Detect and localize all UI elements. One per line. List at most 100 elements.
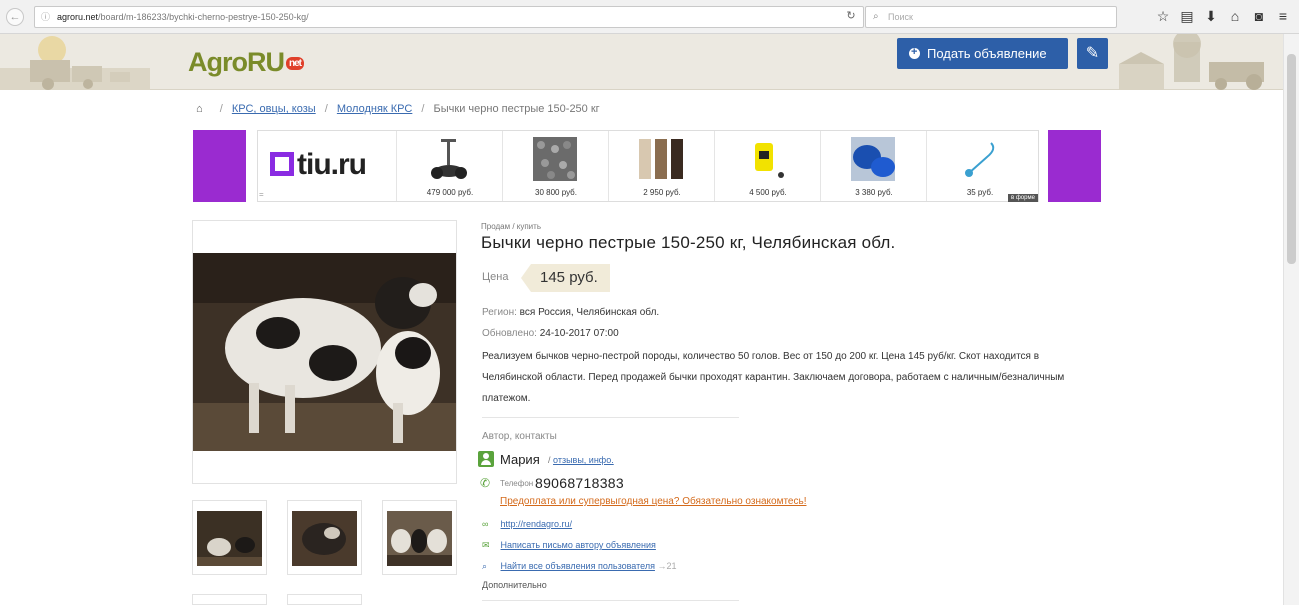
region-label: Регион:: [482, 307, 517, 318]
author-links-separator: /: [548, 455, 551, 465]
website-row: ∞ http://rendagro.ru/: [482, 519, 572, 529]
write-author-link[interactable]: Написать письмо автору объявления: [501, 540, 656, 550]
divider: [482, 417, 739, 418]
find-user-ads-link[interactable]: Найти все объявления пользователя: [501, 561, 655, 571]
region-row: Регион: вся Россия, Челябинская обл.: [482, 307, 659, 318]
author-name[interactable]: Мария: [500, 452, 540, 467]
photo-thumbnail[interactable]: [192, 500, 267, 575]
pocket-icon[interactable]: ◙: [1250, 7, 1268, 25]
ad-brand-text: tiu.ru: [297, 148, 367, 181]
photo-thumbnail[interactable]: [382, 500, 457, 575]
download-icon[interactable]: ⬇: [1202, 7, 1220, 25]
additional-heading: Дополнительно: [482, 580, 547, 590]
price-tag: 145 руб.: [521, 264, 610, 292]
breadcrumb-link-category[interactable]: КРС, овцы, козы: [232, 103, 316, 115]
ad-item[interactable]: 4 500 руб.: [714, 131, 820, 201]
site-header: AgroRUnet Подать объявление ✎: [0, 34, 1299, 90]
post-ad-button[interactable]: Подать объявление: [897, 37, 1068, 69]
plus-circle-icon: [909, 37, 920, 68]
breadcrumb-current: Бычки черно пестрые 150-250 кг: [433, 103, 600, 115]
updated-row: Обновлено: 24-10-2017 07:00: [482, 328, 619, 339]
ad-item[interactable]: 30 800 руб.: [502, 131, 608, 201]
doors-icon: [639, 139, 683, 179]
phone-number[interactable]: 89068718383: [535, 475, 624, 491]
page-scrollbar[interactable]: [1283, 34, 1299, 605]
bookmark-star-icon[interactable]: ☆: [1154, 7, 1172, 25]
ad-price: 2 950 руб.: [643, 188, 681, 197]
website-link[interactable]: http://rendagro.ru/: [501, 519, 573, 529]
browser-toolbar: ← ⓘ agroru.net/board/m-186233/bychki-che…: [0, 0, 1299, 34]
ad-eq-mark: =: [259, 190, 264, 199]
search-placeholder: Поиск: [888, 12, 913, 22]
ad-item[interactable]: 35 руб.: [926, 131, 1032, 201]
post-ad-label: Подать объявление: [927, 46, 1047, 61]
site-logo[interactable]: AgroRU net: [188, 47, 304, 78]
home-icon[interactable]: ⌂: [196, 103, 203, 115]
photo-thumbnail[interactable]: [287, 594, 362, 605]
pellets-icon: [533, 137, 577, 181]
thumbnail-image: [387, 511, 452, 566]
ad-brand-logo[interactable]: tiu.ru: [270, 148, 367, 182]
logo-text: AgroRU: [188, 47, 285, 77]
breadcrumb-link-subcategory[interactable]: Молодняк КРС: [337, 103, 412, 115]
author-reviews-link[interactable]: отзывы, инфо.: [553, 455, 614, 465]
reload-icon[interactable]: ↻: [840, 7, 862, 25]
pump-icon: [755, 143, 784, 178]
user-icon: [478, 451, 494, 467]
logo-badge: net: [286, 57, 304, 71]
prepayment-warning-link[interactable]: Предоплата или супервыгодная цена? Обяза…: [500, 496, 806, 507]
scrollbar-thumb[interactable]: [1287, 54, 1296, 264]
price-value: 145 руб.: [540, 269, 598, 286]
site-identity-icon[interactable]: ⓘ: [41, 7, 50, 27]
calf-photo: [193, 253, 456, 451]
reading-list-icon[interactable]: ▤: [1178, 7, 1196, 25]
ad-price: 479 000 руб.: [426, 188, 474, 197]
breadcrumb: ⌂ / КРС, овцы, козы / Молодняк КРС / Быч…: [196, 103, 600, 115]
phone-label: Телефон: [500, 479, 534, 488]
link-icon: ∞: [482, 519, 489, 529]
search-icon: ⌕: [873, 11, 879, 22]
edit-icon: ✎: [1085, 45, 1100, 62]
breadcrumb-separator: /: [219, 103, 223, 115]
back-button[interactable]: ←: [6, 8, 24, 26]
thumbnail-image: [197, 511, 262, 566]
segway-icon: [431, 139, 467, 179]
ad-badge: в форме: [1008, 194, 1038, 202]
menu-icon[interactable]: ≡: [1274, 7, 1292, 25]
thumbnail-image: [292, 511, 357, 566]
photo-thumbnail[interactable]: [192, 594, 267, 605]
breadcrumb-separator: /: [421, 103, 425, 115]
ad-side-right[interactable]: [1048, 130, 1101, 202]
listing-description: Реализуем бычков черно-пестрой породы, к…: [482, 351, 1065, 404]
search-icon: ⌕: [482, 561, 488, 571]
author-heading: Автор, контакты: [482, 431, 557, 442]
seal-icon: [965, 142, 995, 177]
home-icon[interactable]: ⌂: [1226, 7, 1244, 25]
farm-illustration-right: [1119, 34, 1264, 90]
photo-thumbnail[interactable]: [287, 500, 362, 575]
listing-title: Бычки черно пестрые 150-250 кг, Челябинс…: [481, 233, 896, 252]
breadcrumb-separator: /: [324, 103, 328, 115]
listing-type: Продам / купить: [481, 222, 541, 231]
updated-label: Обновлено:: [482, 328, 537, 339]
blue-hose-icon: [851, 137, 895, 181]
tiu-logo-square: [270, 152, 294, 176]
edit-button[interactable]: ✎: [1077, 38, 1108, 69]
price-label: Цена: [482, 271, 509, 283]
url-domain: agroru.net: [57, 12, 99, 22]
search-input[interactable]: ⌕ Поиск: [865, 6, 1117, 28]
ad-item[interactable]: 2 950 руб.: [608, 131, 714, 201]
ad-item[interactable]: 479 000 руб.: [396, 131, 502, 201]
write-row: ✉ Написать письмо автору объявления: [482, 540, 656, 551]
phone-icon: ✆: [480, 476, 491, 490]
url-path: /board/m-186233/bychki-cherno-pestrye-15…: [98, 12, 309, 22]
region-value: вся Россия, Челябинская обл.: [519, 307, 660, 318]
ad-price: 30 800 руб.: [535, 188, 577, 197]
main-photo[interactable]: [192, 220, 457, 484]
envelope-icon: ✉: [482, 540, 490, 550]
address-bar[interactable]: ⓘ agroru.net/board/m-186233/bychki-chern…: [34, 6, 864, 28]
updated-value: 24-10-2017 07:00: [539, 328, 619, 339]
ad-item[interactable]: 3 380 руб.: [820, 131, 926, 201]
farm-illustration-left: [0, 36, 150, 90]
ad-side-left[interactable]: [193, 130, 246, 202]
